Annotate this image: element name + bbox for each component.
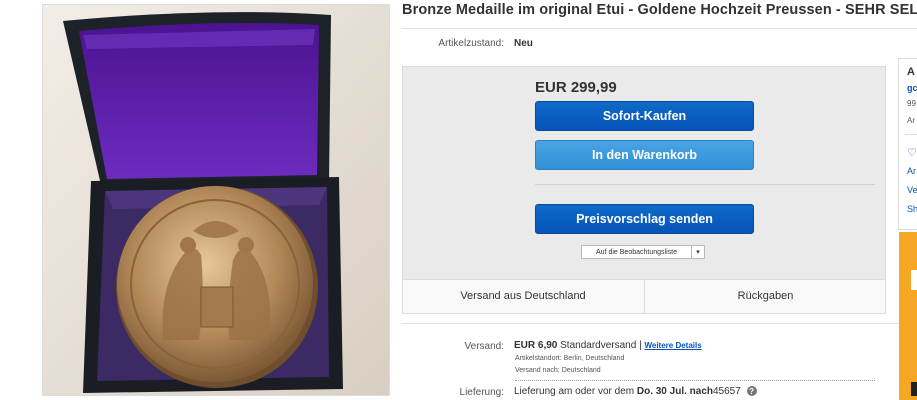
- listing-title: Bronze Medaille im original Etui - Golde…: [402, 2, 917, 18]
- seller-score: 99: [907, 99, 916, 108]
- help-icon[interactable]: ?: [746, 386, 757, 397]
- ships-to: Versand nach: Deutschland: [515, 367, 601, 374]
- delivery-date: Do. 30 Jul.: [636, 386, 687, 397]
- medal-in-case-photo: [43, 5, 389, 395]
- buy-now-button[interactable]: Sofort-Kaufen: [535, 101, 754, 131]
- seller-info: Ar: [907, 116, 915, 125]
- item-location: Artikelstandort: Berlin, Deutschland: [515, 355, 624, 362]
- seller-name-link[interactable]: gc: [907, 83, 917, 93]
- title-divider: [402, 28, 917, 29]
- returns-link[interactable]: Rückgaben: [645, 290, 886, 302]
- item-location-value: Berlin, Deutschland: [563, 355, 625, 362]
- add-to-cart-button[interactable]: In den Warenkorb: [535, 140, 754, 170]
- product-image[interactable]: [42, 4, 390, 396]
- ships-to-label: Versand nach:: [515, 367, 560, 374]
- item-location-label: Artikelstandort:: [515, 355, 562, 362]
- seller-divider: [905, 134, 917, 135]
- promo-graphic: [911, 270, 917, 290]
- shipping-line: EUR 6,90 Standardversand | Weitere Detai…: [514, 340, 702, 351]
- watchlist-dropdown[interactable]: Auf die Beobachtungsliste ▾: [581, 245, 705, 259]
- chevron-down-icon[interactable]: ▾: [691, 246, 704, 258]
- delivery-postcode: 45657: [713, 386, 741, 397]
- buy-box-divider: [535, 184, 875, 185]
- dotted-separator: [515, 380, 875, 381]
- shipping-method: Standardversand |: [560, 340, 642, 351]
- delivery-to-label: nach: [689, 386, 713, 397]
- ships-from-link[interactable]: Versand aus Deutschland: [402, 290, 644, 302]
- delivery-label: Lieferung:: [459, 387, 504, 398]
- seller-link-2[interactable]: Ve: [907, 185, 917, 195]
- price: EUR 299,99: [535, 79, 617, 96]
- heart-icon[interactable]: ♡: [907, 146, 917, 159]
- delivery-line: Lieferung am oder vor dem Do. 30 Jul. na…: [514, 386, 757, 397]
- make-offer-button[interactable]: Preisvorschlag senden: [535, 204, 754, 234]
- shipping-cost: EUR 6,90: [514, 340, 558, 351]
- shipping-details-link[interactable]: Weitere Details: [644, 341, 701, 350]
- seller-link-3[interactable]: Sh: [907, 204, 917, 214]
- seller-link-1[interactable]: Ar: [907, 166, 916, 176]
- shipping-label: Versand:: [464, 341, 504, 352]
- promo-banner[interactable]: [899, 232, 917, 400]
- seller-heading: A: [907, 66, 915, 78]
- ships-to-value: Deutschland: [561, 367, 601, 374]
- watchlist-label: Auf die Beobachtungsliste: [596, 249, 677, 256]
- delivery-prefix: Lieferung am oder vor dem: [514, 386, 635, 397]
- condition-value: Neu: [514, 38, 533, 49]
- shipping-divider: [402, 323, 917, 324]
- condition-label: Artikelzustand:: [438, 38, 504, 49]
- promo-graphic-dark: [911, 382, 917, 396]
